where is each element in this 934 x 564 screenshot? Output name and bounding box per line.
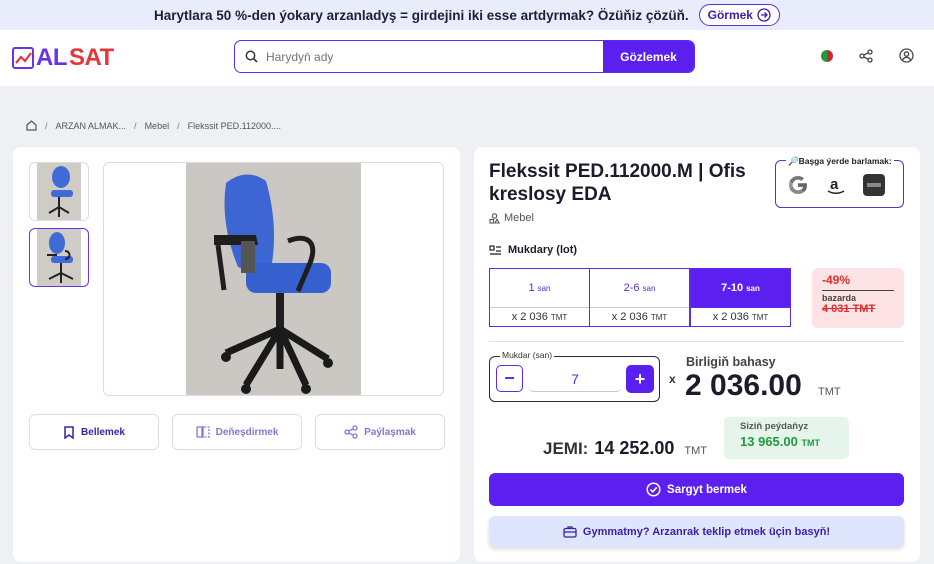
market-discount-badge: -49% bazarda 4 031 TMT: [812, 268, 904, 328]
share-icon: [344, 425, 358, 439]
category-icon: [489, 212, 500, 224]
price-tier[interactable]: 1 san x 2 036 TMT: [489, 268, 590, 327]
unit-price: 2 036.00: [685, 369, 802, 402]
gallery-panel: Bellemek Deňeşdirmek Paýlaşmak: [13, 147, 460, 562]
tier-price: x 2 036: [511, 311, 548, 323]
share-button[interactable]: Paýlaşmak: [315, 414, 445, 450]
order-label: Sargyt bermek: [667, 483, 747, 496]
product-title: Flekssit PED.112000.M | Ofis kreslosy ED…: [489, 161, 746, 205]
bookmark-icon: [64, 425, 74, 439]
promo-banner: Harytlara 50 %-den ýokary arzanladyş = g…: [0, 0, 934, 30]
search-bar: Gözlemek: [234, 40, 695, 73]
thumbnail-active[interactable]: [29, 228, 89, 287]
logo-text-b: SAT: [69, 44, 114, 71]
marketplace-icon[interactable]: [862, 173, 886, 197]
total: JEMI: 14 252.00 TMT: [543, 438, 707, 459]
increase-button[interactable]: +: [626, 365, 654, 393]
compare-button[interactable]: Deňeşdirmek: [172, 414, 302, 450]
search-button[interactable]: Gözlemek: [603, 41, 694, 72]
total-currency: TMT: [684, 445, 708, 457]
promo-see-label: Görmek: [707, 8, 753, 22]
site-logo[interactable]: AL SAT: [12, 44, 114, 72]
user-icon[interactable]: [899, 48, 914, 63]
divider: [489, 341, 904, 342]
breadcrumb-item[interactable]: ARZAN ALMAK...: [56, 121, 127, 131]
svg-text:a: a: [830, 176, 839, 193]
arrow-right-icon: [757, 8, 771, 22]
save-button[interactable]: Bellemek: [29, 414, 159, 450]
share-label: Paýlaşmak: [364, 426, 416, 438]
search-icon: [245, 50, 258, 63]
savings-value: 13 965.00 TMT: [740, 434, 820, 449]
briefcase-icon: [563, 526, 577, 538]
tier-range: 2-6: [623, 282, 640, 294]
logo-text-a: AL: [36, 44, 68, 71]
unit-price-label: Birligiň bahasy: [686, 355, 776, 369]
tier-range: 1: [528, 282, 535, 294]
search-elsewhere-label: 🔎Başga ýerde barlamak:: [786, 156, 894, 167]
promo-see-button[interactable]: Görmek: [698, 4, 780, 26]
discount-label: bazarda: [822, 290, 894, 303]
multiply-sign: x: [669, 372, 676, 386]
check-circle-icon: [646, 482, 661, 497]
product-panel: Flekssit PED.112000.M | Ofis kreslosy ED…: [474, 147, 920, 562]
quantity-section-label: Mukdary (lot): [489, 244, 577, 256]
site-header: ALSAT Gözlemek: [0, 30, 934, 86]
savings-badge: Siziň peýdaňyz 13 965.00 TMT: [724, 417, 849, 459]
thumbnail[interactable]: [29, 162, 89, 221]
savings-label: Siziň peýdaňyz: [740, 421, 809, 432]
breadcrumb-item-current: Flekssit PED.112000....: [187, 120, 281, 131]
quantity-stepper: Mukdar (san) − 7 +: [489, 350, 660, 402]
share-icon[interactable]: [859, 48, 873, 63]
unit-price-currency: TMT: [818, 386, 841, 398]
chair-thumbnail-image: [37, 163, 81, 220]
offer-lower-price-button[interactable]: Gymmatmy? Arzanrak teklip etmek üçin bas…: [489, 516, 904, 547]
search-elsewhere-box: 🔎Başga ýerde barlamak: a: [775, 156, 904, 208]
google-icon[interactable]: [786, 173, 810, 197]
discount-percent: -49%: [822, 273, 851, 287]
compare-icon: [195, 426, 210, 438]
tier-range: 7-10: [721, 282, 744, 294]
old-price: 4 031 TMT: [822, 303, 876, 315]
search-field: [235, 41, 603, 72]
header-icons: [821, 48, 914, 63]
search-input[interactable]: [266, 49, 566, 64]
total-label: JEMI:: [543, 439, 589, 458]
chair-thumbnail-image: [37, 229, 81, 286]
flag-icon[interactable]: [821, 49, 833, 62]
product-category[interactable]: Mebel: [489, 212, 534, 224]
home-icon[interactable]: [26, 120, 37, 131]
quantity-input[interactable]: 7: [528, 367, 622, 392]
save-label: Bellemek: [81, 426, 125, 438]
decrease-button[interactable]: −: [496, 365, 523, 392]
chair-photo: [186, 163, 361, 395]
category-label: Mebel: [504, 212, 534, 224]
offer-label: Gymmatmy? Arzanrak teklip etmek üçin bas…: [582, 525, 831, 538]
product-main-image[interactable]: [103, 162, 444, 396]
price-tier[interactable]: 2-6 san x 2 036 TMT: [589, 268, 690, 327]
breadcrumb: / ARZAN ALMAK... / Mebel / Flekssit PED.…: [26, 120, 281, 131]
breadcrumb-item[interactable]: Mebel: [145, 121, 170, 131]
total-value: 14 252.00: [594, 438, 675, 458]
lots-icon: [489, 244, 501, 255]
promo-text: Harytlara 50 %-den ýokary arzanladyş = g…: [154, 7, 689, 23]
tier-price: x 2 036: [712, 311, 749, 323]
tier-price: x 2 036: [611, 311, 648, 323]
quantity-label: Mukdar (san): [500, 350, 555, 360]
amazon-icon[interactable]: a: [824, 173, 848, 197]
price-tier-active[interactable]: 7-10 san x 2 036 TMT: [690, 268, 791, 327]
logo-chart-icon: [12, 47, 34, 69]
compare-label: Deňeşdirmek: [215, 426, 279, 438]
order-button[interactable]: Sargyt bermek: [489, 473, 904, 506]
